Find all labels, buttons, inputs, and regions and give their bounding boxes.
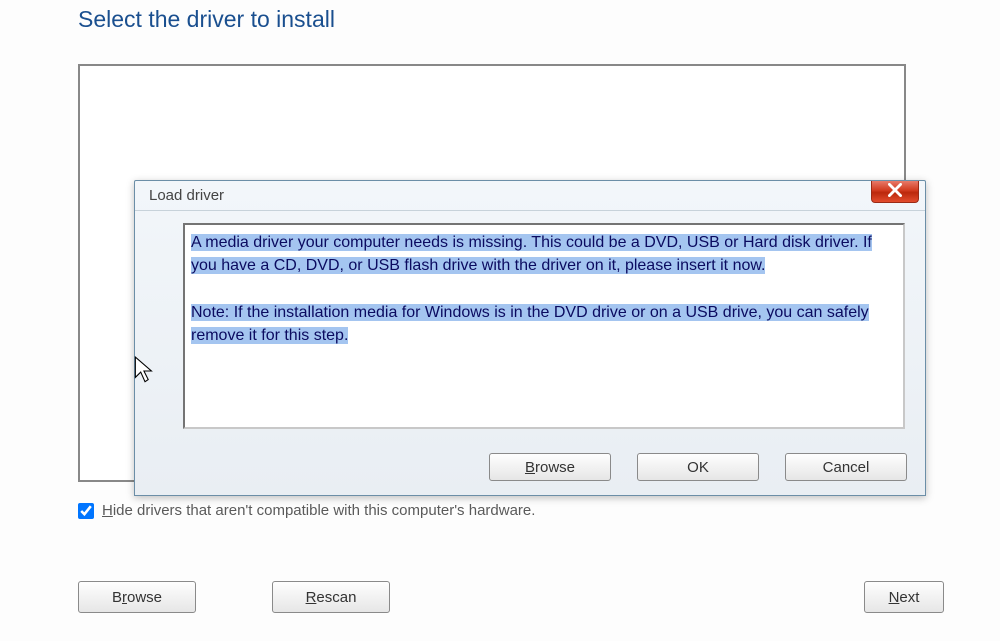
dialog-ok-button[interactable]: OK — [637, 453, 759, 481]
dialog-browse-button[interactable]: Browse — [489, 453, 611, 481]
rescan-post: escan — [316, 589, 356, 606]
rescan-u: R — [306, 589, 317, 606]
dlg-browse-post: rowse — [535, 459, 575, 476]
next-button[interactable]: Next — [864, 581, 944, 613]
dialog-para1: A media driver your computer needs is mi… — [191, 234, 872, 274]
hide-incompatible-checkbox[interactable] — [78, 503, 94, 519]
hide-incompatible-row: Hide drivers that aren't compatible with… — [78, 502, 535, 519]
browse-post: owse — [127, 589, 162, 606]
browse-pre: B — [112, 589, 122, 606]
hide-label-rest: ide drivers that aren't compatible with … — [113, 502, 536, 519]
next-post: ext — [899, 589, 919, 606]
browse-button[interactable]: Browse — [78, 581, 196, 613]
load-driver-dialog: Load driver A media driver your computer… — [134, 180, 926, 496]
dialog-button-row: Browse OK Cancel — [489, 453, 907, 481]
close-icon — [888, 183, 902, 201]
next-u: N — [889, 589, 900, 606]
hide-incompatible-label: Hide drivers that aren't compatible with… — [102, 502, 535, 519]
dialog-body[interactable]: A media driver your computer needs is mi… — [183, 223, 905, 429]
dlg-browse-u: B — [525, 459, 535, 476]
dialog-title: Load driver — [149, 187, 224, 204]
close-button[interactable] — [871, 181, 919, 203]
dialog-title-row: Load driver — [135, 181, 925, 211]
rescan-button[interactable]: Rescan — [272, 581, 390, 613]
dialog-message: A media driver your computer needs is mi… — [191, 231, 897, 347]
dialog-cancel-button[interactable]: Cancel — [785, 453, 907, 481]
page-title: Select the driver to install — [78, 6, 1000, 33]
hide-label-underline: H — [102, 502, 113, 519]
dialog-para2: Note: If the installation media for Wind… — [191, 304, 869, 344]
